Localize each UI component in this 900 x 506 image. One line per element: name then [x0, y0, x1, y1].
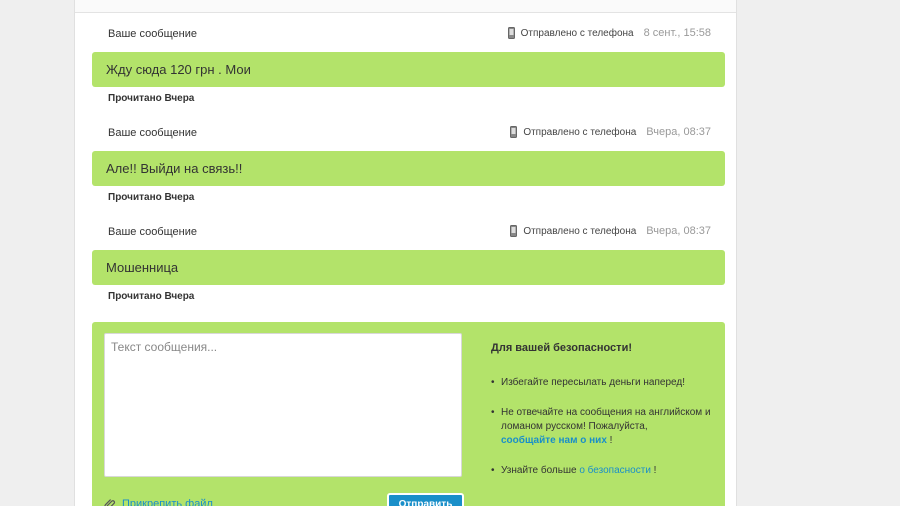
safety-title: Для вашей безопасности!	[491, 342, 632, 354]
safety-tip: Избегайте пересылать деньги наперед!	[491, 376, 716, 390]
report-link[interactable]: сообщайте нам о них	[501, 435, 607, 446]
compose-box: Прикрепить файл Отправить Для вашей безо…	[92, 322, 725, 506]
message-meta: Ваше сообщение Отправлено с телефона Вче…	[92, 222, 725, 242]
message-author-label: Ваше сообщение	[108, 28, 197, 40]
phone-icon	[510, 126, 518, 138]
attach-file-label: Прикрепить файл	[122, 498, 213, 506]
chat-panel: Ваше сообщение Отправлено с телефона 8 с…	[74, 0, 737, 506]
send-button[interactable]: Отправить	[387, 493, 464, 506]
read-status: Прочитано Вчера	[108, 93, 195, 104]
message-meta: Ваше сообщение Отправлено с телефона 8 с…	[92, 24, 725, 44]
sent-via-text: Отправлено с телефона	[523, 126, 637, 138]
message-sent-info: Отправлено с телефона Вчера, 08:37	[510, 126, 711, 138]
phone-icon	[507, 27, 515, 39]
message-sent-info: Отправлено с телефона Вчера, 08:37	[510, 225, 711, 237]
message-sent-info: Отправлено с телефона 8 сент., 15:58	[507, 27, 711, 39]
message-author-label: Ваше сообщение	[108, 226, 197, 238]
sent-via-text: Отправлено с телефона	[523, 225, 637, 237]
message-time: Вчера, 08:37	[646, 126, 711, 138]
message-item: Ваше сообщение Отправлено с телефона Вче…	[92, 123, 725, 203]
message-meta: Ваше сообщение Отправлено с телефона Вче…	[92, 123, 725, 143]
read-status: Прочитано Вчера	[108, 291, 195, 302]
message-item: Ваше сообщение Отправлено с телефона Вче…	[92, 222, 725, 302]
message-author-label: Ваше сообщение	[108, 127, 197, 139]
attach-file-link[interactable]: Прикрепить файл	[104, 498, 213, 506]
paperclip-icon	[104, 499, 116, 506]
sent-via-text: Отправлено с телефона	[520, 27, 634, 39]
message-item: Ваше сообщение Отправлено с телефона 8 с…	[92, 24, 725, 104]
safety-tip: Не отвечайте на сообщения на английском …	[491, 406, 716, 448]
safety-tips: Для вашей безопасности! Избегайте пересы…	[491, 342, 716, 494]
read-status: Прочитано Вчера	[108, 192, 195, 203]
message-time: Вчера, 08:37	[646, 225, 711, 237]
message-bubble: Жду сюда 120 грн . Мои	[92, 52, 725, 87]
top-strip	[75, 0, 736, 13]
message-textarea[interactable]	[104, 333, 462, 477]
message-time: 8 сент., 15:58	[643, 27, 711, 39]
message-bubble: Але!! Выйди на связь!!	[92, 151, 725, 186]
safety-list: Избегайте пересылать деньги наперед! Не …	[491, 376, 716, 478]
phone-icon	[510, 225, 518, 237]
message-bubble: Мошенница	[92, 250, 725, 285]
safety-tip: Узнайте больше о безопасности !	[491, 464, 716, 478]
safety-link[interactable]: о безопасности	[579, 465, 651, 476]
